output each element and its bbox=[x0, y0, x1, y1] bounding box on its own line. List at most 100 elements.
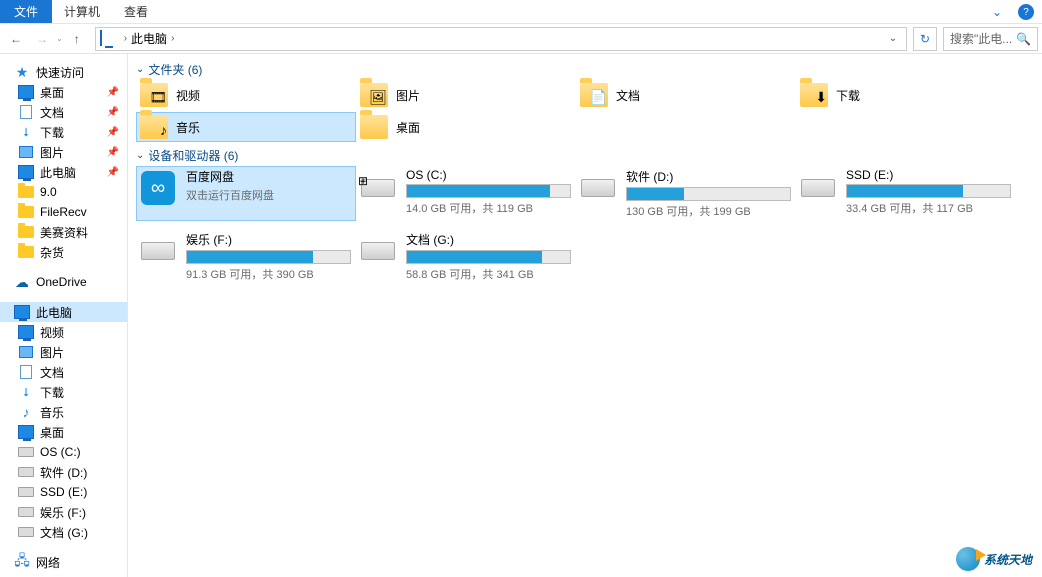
pc-icon bbox=[14, 304, 30, 320]
up-button[interactable]: ↑ bbox=[65, 27, 89, 51]
drive-usage-bar bbox=[626, 187, 791, 201]
sidebar-item[interactable]: 文档 bbox=[0, 362, 127, 382]
folder-name: 下载 bbox=[836, 87, 860, 104]
folder-name: 音乐 bbox=[176, 119, 200, 136]
sidebar-item-label: SSD (E:) bbox=[40, 485, 87, 499]
ribbon-expand-icon[interactable]: ⌄ bbox=[984, 0, 1010, 23]
drive-usage-bar bbox=[406, 250, 571, 264]
drive-name: 软件 (D:) bbox=[626, 168, 792, 185]
folder-item[interactable]: ♪音乐 bbox=[136, 112, 356, 142]
search-icon: 🔍 bbox=[1016, 32, 1031, 46]
folder-icon: 🖼 bbox=[360, 82, 388, 108]
sidebar-item[interactable]: 此电脑 📌 bbox=[0, 162, 127, 182]
sidebar-network[interactable]: 🖧 网络 bbox=[0, 552, 127, 572]
sidebar-item-label: 此电脑 bbox=[40, 164, 76, 181]
sidebar-item[interactable]: FileRecv bbox=[0, 202, 127, 222]
watermark: 系统天地 bbox=[956, 547, 1032, 571]
sidebar-item-label: 下载 bbox=[40, 384, 64, 401]
sidebar-item[interactable]: 软件 (D:) bbox=[0, 462, 127, 482]
watermark-text: 系统天地 bbox=[984, 551, 1032, 568]
sidebar-this-pc[interactable]: 此电脑 bbox=[0, 302, 127, 322]
sidebar-item[interactable]: 9.0 bbox=[0, 182, 127, 202]
sidebar-item[interactable]: ⭣下载📌 bbox=[0, 122, 127, 142]
sidebar-item[interactable]: OS (C:) bbox=[0, 442, 127, 462]
sidebar-item-label: 9.0 bbox=[40, 185, 57, 199]
sidebar-label: 网络 bbox=[36, 554, 60, 571]
group-title: 文件夹 (6) bbox=[148, 61, 202, 78]
pic-icon bbox=[18, 344, 34, 360]
drive-name: OS (C:) bbox=[406, 168, 572, 182]
folder-item[interactable]: 桌面 bbox=[356, 112, 576, 142]
breadcrumb-caret-icon[interactable]: › bbox=[120, 33, 131, 44]
drive-item[interactable]: 软件 (D:)130 GB 可用，共 199 GB bbox=[576, 166, 796, 221]
drive-item[interactable]: SSD (E:)33.4 GB 可用，共 117 GB bbox=[796, 166, 1016, 221]
drive-usage-bar bbox=[846, 184, 1011, 198]
sidebar-item[interactable]: 图片📌 bbox=[0, 142, 127, 162]
sidebar-item-label: 视频 bbox=[40, 324, 64, 341]
sidebar-item[interactable]: 文档📌 bbox=[0, 102, 127, 122]
menu-view[interactable]: 查看 bbox=[112, 0, 160, 23]
sidebar-item[interactable]: 美赛资料 bbox=[0, 222, 127, 242]
refresh-button[interactable]: ↻ bbox=[913, 27, 937, 51]
back-button[interactable]: ← bbox=[4, 27, 28, 51]
sidebar-item[interactable]: 杂货 bbox=[0, 242, 127, 262]
sidebar-item[interactable]: 视频 bbox=[0, 322, 127, 342]
drive-info: 33.4 GB 可用，共 117 GB bbox=[846, 200, 1012, 216]
drive-info: 14.0 GB 可用，共 119 GB bbox=[406, 200, 572, 216]
breadcrumb-location[interactable]: 此电脑 bbox=[131, 30, 167, 47]
drive-item[interactable]: ⊞OS (C:)14.0 GB 可用，共 119 GB bbox=[356, 166, 576, 221]
drive-name: 文档 (G:) bbox=[406, 231, 572, 248]
sidebar-item[interactable]: 桌面📌 bbox=[0, 82, 127, 102]
drive-icon bbox=[18, 464, 34, 480]
content-pane: ⌄ 文件夹 (6) 🎞视频🖼 图片 📄 文档 ⬇下载 ♪音乐桌面 ⌄ 设备和驱动器 (6)… bbox=[128, 54, 1042, 577]
sidebar-item[interactable]: 桌面 bbox=[0, 422, 127, 442]
folder-name: 图片 bbox=[396, 87, 420, 104]
drive-info: 58.8 GB 可用，共 341 GB bbox=[406, 266, 572, 282]
sidebar-label: 此电脑 bbox=[36, 304, 72, 321]
folder-icon: 📄 bbox=[580, 82, 608, 108]
folder-name: 视频 bbox=[176, 87, 200, 104]
folder-icon bbox=[18, 204, 34, 220]
address-dropdown-icon[interactable]: ⌄ bbox=[884, 33, 902, 44]
folder-item[interactable]: 🖼 图片 bbox=[356, 80, 576, 110]
sidebar-item[interactable]: 娱乐 (F:) bbox=[0, 502, 127, 522]
sidebar-item[interactable]: ♪ 音乐 bbox=[0, 402, 127, 422]
sidebar-item-label: 桌面 bbox=[40, 424, 64, 441]
sidebar-quick-access[interactable]: ★ 快速访问 bbox=[0, 62, 127, 82]
sidebar-item[interactable]: SSD (E:) bbox=[0, 482, 127, 502]
sidebar-item[interactable]: 文档 (G:) bbox=[0, 522, 127, 542]
forward-button[interactable]: → bbox=[30, 27, 54, 51]
sidebar-item-label: 文档 bbox=[40, 364, 64, 381]
help-icon[interactable]: ? bbox=[1018, 4, 1034, 20]
sidebar-item[interactable]: ⭣下载 bbox=[0, 382, 127, 402]
menu-file[interactable]: 文件 bbox=[0, 0, 52, 23]
menu-computer[interactable]: 计算机 bbox=[52, 0, 112, 23]
folder-item[interactable]: 🎞视频 bbox=[136, 80, 356, 110]
history-dropdown-icon[interactable]: ⌄ bbox=[56, 34, 63, 43]
drive-item[interactable]: 文档 (G:) 58.8 GB 可用，共 341 GB bbox=[356, 229, 576, 284]
group-header-folders[interactable]: ⌄ 文件夹 (6) bbox=[128, 58, 1042, 80]
sidebar-item[interactable]: 图片 bbox=[0, 342, 127, 362]
drive-item[interactable]: 娱乐 (F:)91.3 GB 可用，共 390 GB bbox=[136, 229, 356, 284]
folder-item[interactable]: 📄 文档 bbox=[576, 80, 796, 110]
sidebar-item-label: FileRecv bbox=[40, 205, 87, 219]
group-header-drives[interactable]: ⌄ 设备和驱动器 (6) bbox=[128, 144, 1042, 166]
folder-item[interactable]: ⬇下载 bbox=[796, 80, 1016, 110]
pin-icon: 📌 bbox=[107, 167, 119, 178]
pic-icon bbox=[18, 144, 34, 160]
search-input[interactable]: 搜索"此电... 🔍 bbox=[943, 27, 1038, 51]
chevron-down-icon: ⌄ bbox=[136, 150, 144, 161]
address-bar[interactable]: › 此电脑 › ⌄ bbox=[95, 27, 907, 51]
monitor-icon bbox=[18, 324, 34, 340]
down-icon: ⭣ bbox=[18, 124, 34, 140]
sidebar-item-label: 音乐 bbox=[40, 404, 64, 421]
sidebar-item-label: 娱乐 (F:) bbox=[40, 504, 86, 521]
monitor-icon bbox=[18, 424, 34, 440]
drive-item[interactable]: ∞百度网盘双击运行百度网盘 bbox=[136, 166, 356, 221]
monitor-icon bbox=[18, 84, 34, 100]
folder-icon bbox=[18, 244, 34, 260]
sidebar-onedrive[interactable]: ☁ OneDrive bbox=[0, 272, 127, 292]
breadcrumb-caret-icon[interactable]: › bbox=[167, 33, 178, 44]
note-icon: ♪ bbox=[18, 404, 34, 420]
folder-name: 文档 bbox=[616, 87, 640, 104]
